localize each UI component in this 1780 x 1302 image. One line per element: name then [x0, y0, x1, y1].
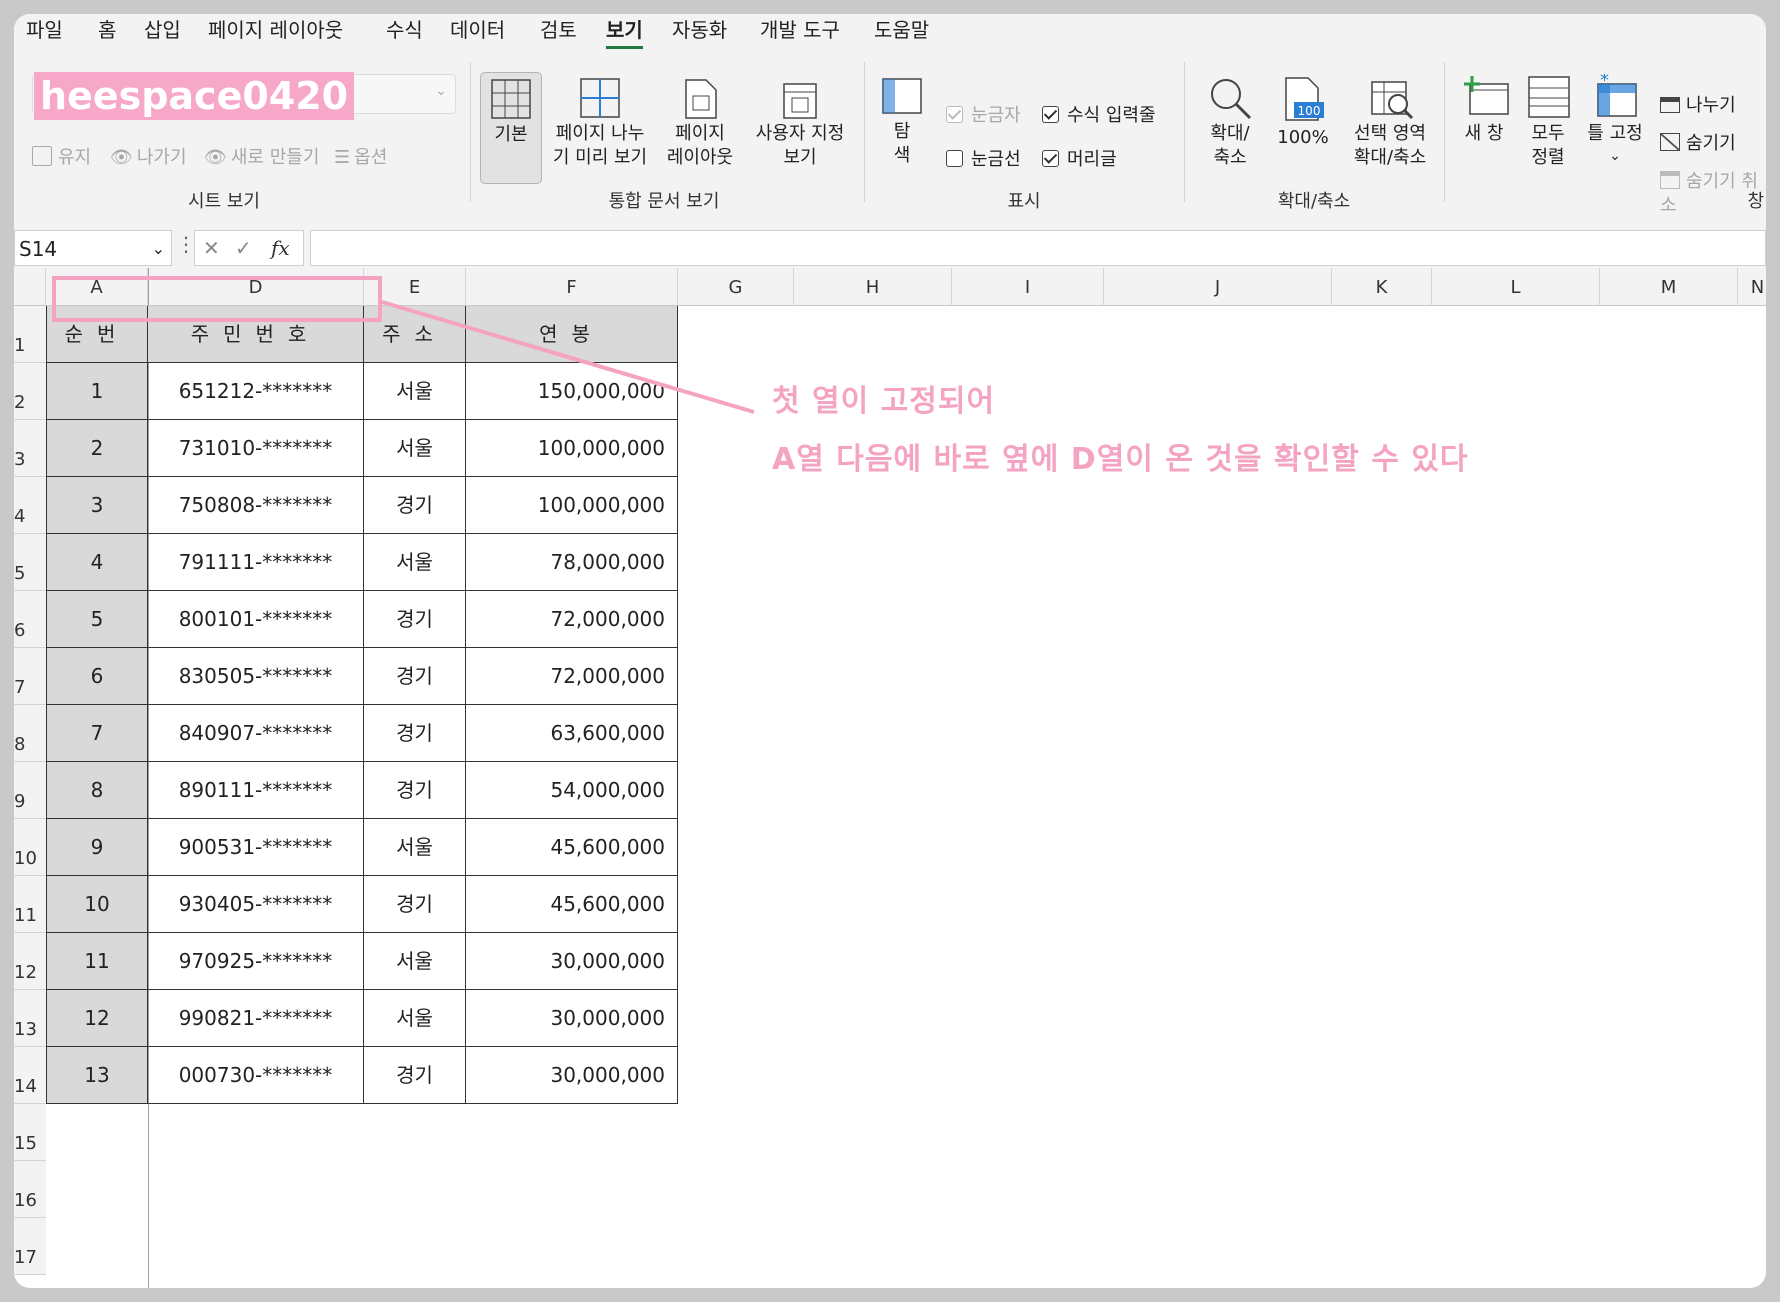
annotation-arrow — [381, 300, 755, 414]
excel-window: 파일 홈 삽입 페이지 레이아웃 수식 데이터 검토 보기 자동화 개발 도구 도움말 ⌄ hees… — [14, 14, 1766, 1288]
annotation-line-2: A열 다음에 바로 옆에 D열이 온 것을 확인할 수 있다 — [772, 442, 1469, 477]
annotation-line-1: 첫 열이 고정되어 — [772, 384, 996, 419]
